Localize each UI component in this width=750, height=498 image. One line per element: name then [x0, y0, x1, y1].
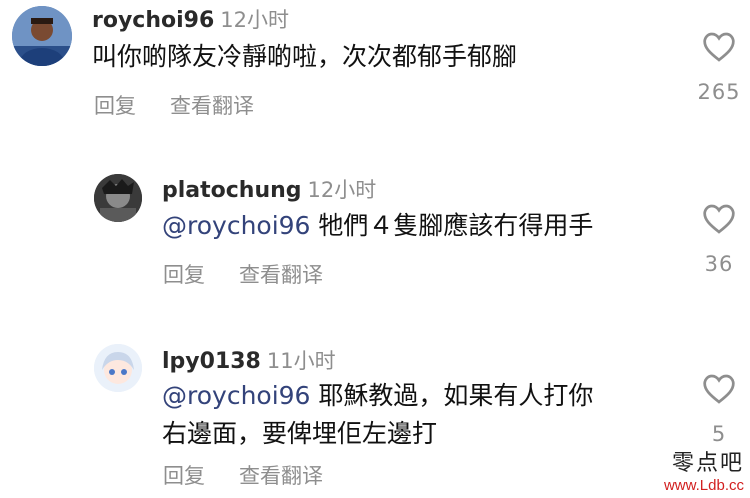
username-text[interactable]: platochung [162, 178, 302, 203]
username-text[interactable]: roychoi96 [92, 8, 214, 33]
reply-button[interactable]: 回复 [163, 460, 205, 490]
avatar[interactable] [12, 6, 72, 66]
like-count: 36 [704, 252, 734, 276]
avatar-photo-icon [94, 174, 142, 222]
translate-button[interactable]: 查看翻译 [239, 460, 323, 490]
reply-button[interactable]: 回复 [163, 259, 205, 289]
comment-line: 牠們４隻腳應該冇得用手 [318, 211, 594, 240]
avatar-photo-icon [94, 344, 142, 392]
translate-button[interactable]: 查看翻译 [170, 90, 254, 120]
like-count: 265 [697, 80, 741, 104]
heart-icon[interactable] [702, 32, 736, 62]
comment-text: @roychoi96 牠們４隻腳應該冇得用手 [162, 207, 593, 245]
comment-username[interactable]: roychoi96 12小时 [92, 4, 289, 34]
avatar[interactable] [94, 174, 142, 222]
mention-link[interactable]: @roychoi96 [162, 381, 310, 410]
comment-username[interactable]: platochung 12小时 [162, 174, 376, 204]
heart-icon[interactable] [702, 374, 736, 404]
comment-text: @roychoi96 耶穌教過，如果有人打你 右邊面，要俾埋佢左邊打 [162, 377, 593, 453]
comment-time: 12小时 [220, 8, 290, 32]
comment-line: 叫你啲隊友冷靜啲啦，次次都郁手郁腳 [92, 42, 518, 71]
like-area: 36 [689, 204, 749, 276]
translate-button[interactable]: 查看翻译 [239, 259, 323, 289]
comment-actions: 回复 查看翻译 [163, 460, 357, 490]
avatar-photo-icon [12, 6, 72, 66]
comment-time: 12小时 [307, 178, 377, 202]
like-area: 265 [689, 32, 749, 104]
watermark-title: 零点吧 [671, 451, 744, 476]
avatar[interactable] [94, 344, 142, 392]
like-area: 5 [689, 374, 749, 446]
comment-line: 右邊面，要俾埋佢左邊打 [162, 419, 438, 448]
username-text[interactable]: lpy0138 [162, 349, 261, 374]
reply-button[interactable]: 回复 [94, 90, 136, 120]
mention-link[interactable]: @roychoi96 [162, 211, 310, 240]
comment-time: 11小时 [266, 349, 336, 373]
comment-text: 叫你啲隊友冷靜啲啦，次次都郁手郁腳 [92, 38, 517, 76]
watermark: 零点吧 www.Ldb.cc [664, 445, 744, 494]
comment-actions: 回复 查看翻译 [94, 90, 288, 120]
like-count: 5 [711, 422, 727, 446]
comment-line: 耶穌教過，如果有人打你 [318, 381, 594, 410]
watermark-url: www.Ldb.cc [663, 477, 744, 494]
comment-actions: 回复 查看翻译 [163, 259, 357, 289]
comment-username[interactable]: lpy0138 11小时 [162, 345, 336, 375]
heart-icon[interactable] [702, 204, 736, 234]
